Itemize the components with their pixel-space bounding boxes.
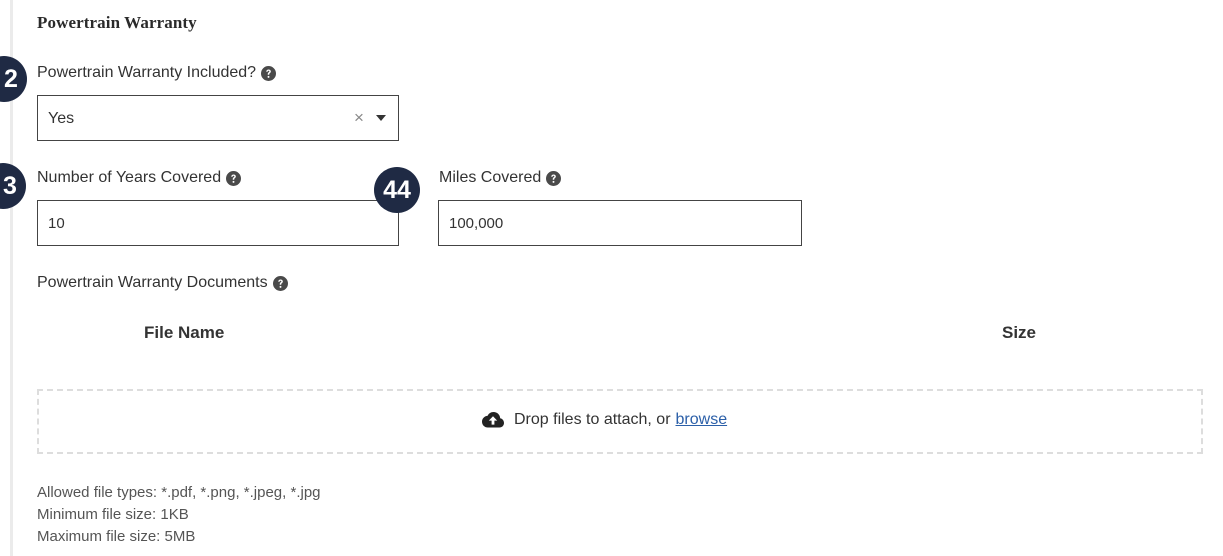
min-file-size-text: Minimum file size: 1KB bbox=[37, 506, 189, 523]
warranty-documents-label-text: Powertrain Warranty Documents bbox=[37, 274, 268, 291]
question-circle-icon[interactable] bbox=[546, 170, 562, 186]
years-covered-input[interactable] bbox=[37, 200, 399, 246]
question-circle-icon[interactable] bbox=[272, 275, 288, 291]
question-circle-icon[interactable] bbox=[226, 170, 242, 186]
step-badge-3-label: 3 bbox=[3, 171, 17, 200]
warranty-included-label-text: Powertrain Warranty Included? bbox=[37, 64, 257, 81]
dropzone-text: Drop files to attach, or bbox=[514, 411, 671, 428]
file-dropzone[interactable]: Drop files to attach, or browse bbox=[37, 389, 1203, 454]
warranty-included-select[interactable]: Yes × bbox=[37, 95, 399, 141]
miles-covered-label-text: Miles Covered bbox=[439, 169, 542, 186]
years-covered-label-text: Number of Years Covered bbox=[37, 169, 222, 186]
cloud-upload-icon bbox=[482, 412, 504, 428]
miles-covered-label: Miles Covered bbox=[439, 169, 562, 187]
warranty-included-label: Powertrain Warranty Included? bbox=[37, 64, 277, 82]
close-icon[interactable]: × bbox=[354, 108, 364, 128]
column-header-size: Size bbox=[1002, 323, 1037, 342]
column-header-file-name: File Name bbox=[144, 323, 225, 342]
step-badge-2: 2 bbox=[0, 56, 27, 102]
step-badge-2-label: 2 bbox=[4, 64, 18, 93]
browse-link[interactable]: browse bbox=[676, 411, 728, 429]
step-badge-3: 3 bbox=[0, 163, 26, 209]
step-badge-44-label: 44 bbox=[383, 175, 411, 204]
step-badge-44: 44 bbox=[374, 167, 420, 213]
allowed-file-types-text: Allowed file types: *.pdf, *.png, *.jpeg… bbox=[37, 484, 321, 501]
warranty-documents-label: Powertrain Warranty Documents bbox=[37, 274, 288, 292]
years-covered-label: Number of Years Covered bbox=[37, 169, 242, 187]
dropzone-content: Drop files to attach, or browse bbox=[481, 411, 727, 429]
max-file-size-text: Maximum file size: 5MB bbox=[37, 528, 196, 545]
file-rules: Allowed file types: *.pdf, *.png, *.jpeg… bbox=[37, 482, 321, 548]
warranty-included-value: Yes bbox=[48, 110, 75, 127]
chevron-down-icon[interactable] bbox=[376, 115, 386, 121]
question-circle-icon[interactable] bbox=[261, 65, 277, 81]
section-title: Powertrain Warranty bbox=[37, 13, 197, 32]
miles-covered-input[interactable] bbox=[438, 200, 802, 246]
